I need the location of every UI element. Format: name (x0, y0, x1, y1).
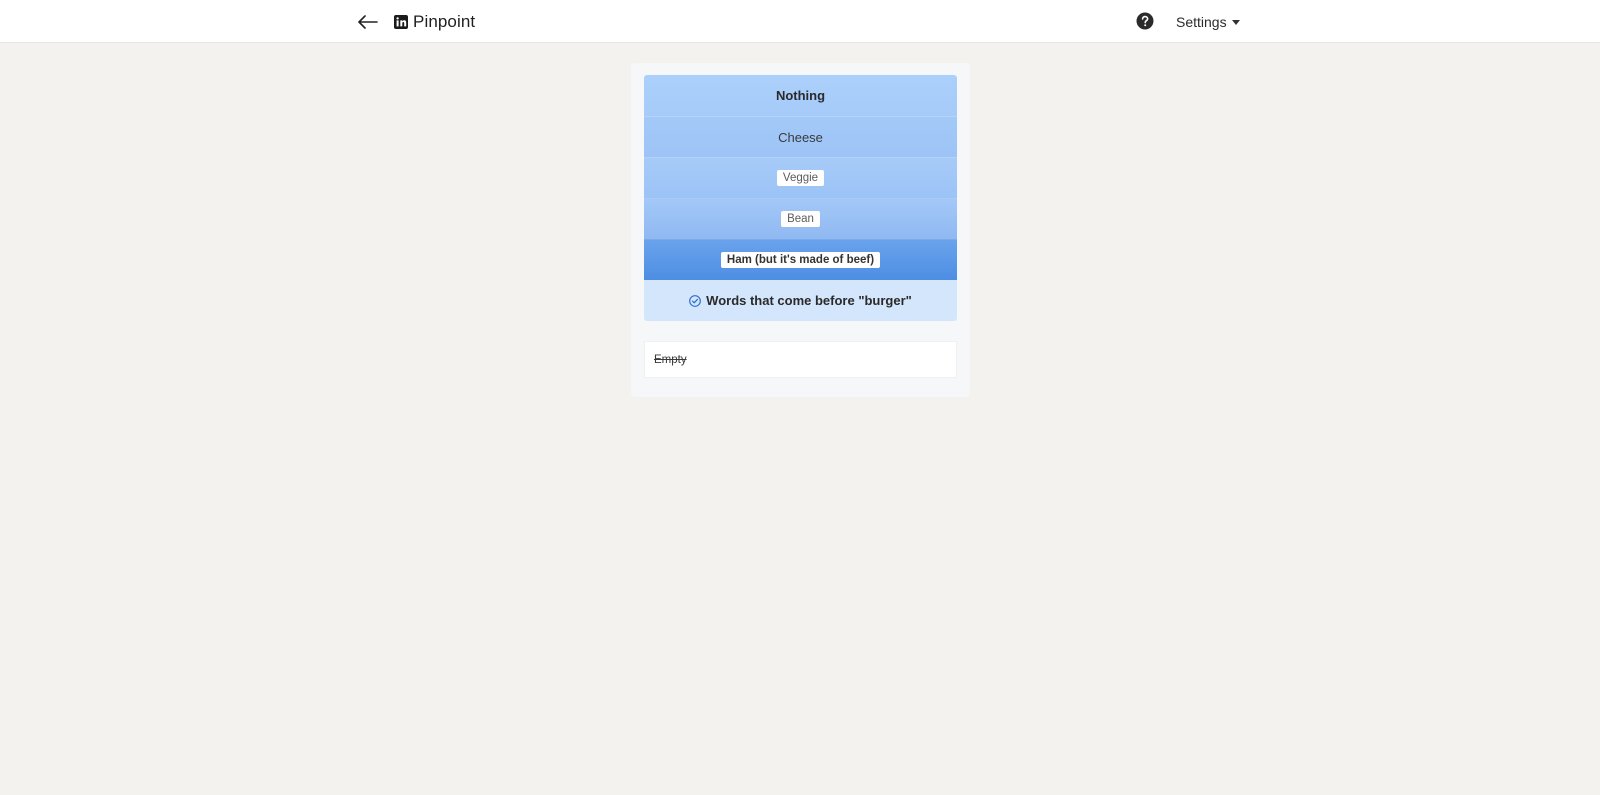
settings-dropdown[interactable]: Settings (1176, 12, 1240, 32)
caret-down-icon (1231, 20, 1240, 25)
guess-list: Empty (644, 341, 957, 378)
check-circle-icon (689, 294, 702, 307)
clue-row: Cheese (644, 116, 957, 157)
linkedin-icon (394, 15, 408, 29)
clue-chip: Bean (781, 211, 820, 227)
help-button[interactable] (1136, 12, 1154, 30)
arrow-left-icon (358, 15, 378, 29)
answer-row: Words that come before "burger" (644, 280, 957, 321)
answer-text: Words that come before "burger" (706, 293, 912, 308)
back-button[interactable] (356, 10, 380, 34)
clue-row: Nothing (644, 75, 957, 116)
clue-chip: Ham (but it's made of beef) (720, 252, 881, 268)
clue-list: Nothing Cheese Veggie Bean Ham (but it's… (644, 75, 957, 321)
clue-label: Nothing (775, 88, 826, 103)
clue-row: Veggie (644, 157, 957, 198)
settings-label: Settings (1176, 14, 1227, 30)
question-circle-icon (1136, 12, 1154, 30)
guess-item: Empty (654, 353, 687, 366)
app-title: Pinpoint (413, 12, 476, 31)
brand[interactable]: Pinpoint (394, 10, 475, 34)
game-card: Nothing Cheese Veggie Bean Ham (but it's… (631, 63, 970, 397)
clue-row: Bean (644, 198, 957, 239)
clue-label: Cheese (778, 129, 823, 145)
clue-row: Ham (but it's made of beef) (644, 239, 957, 280)
top-header: Pinpoint Settings (0, 0, 1600, 43)
clue-chip: Veggie (776, 170, 825, 186)
